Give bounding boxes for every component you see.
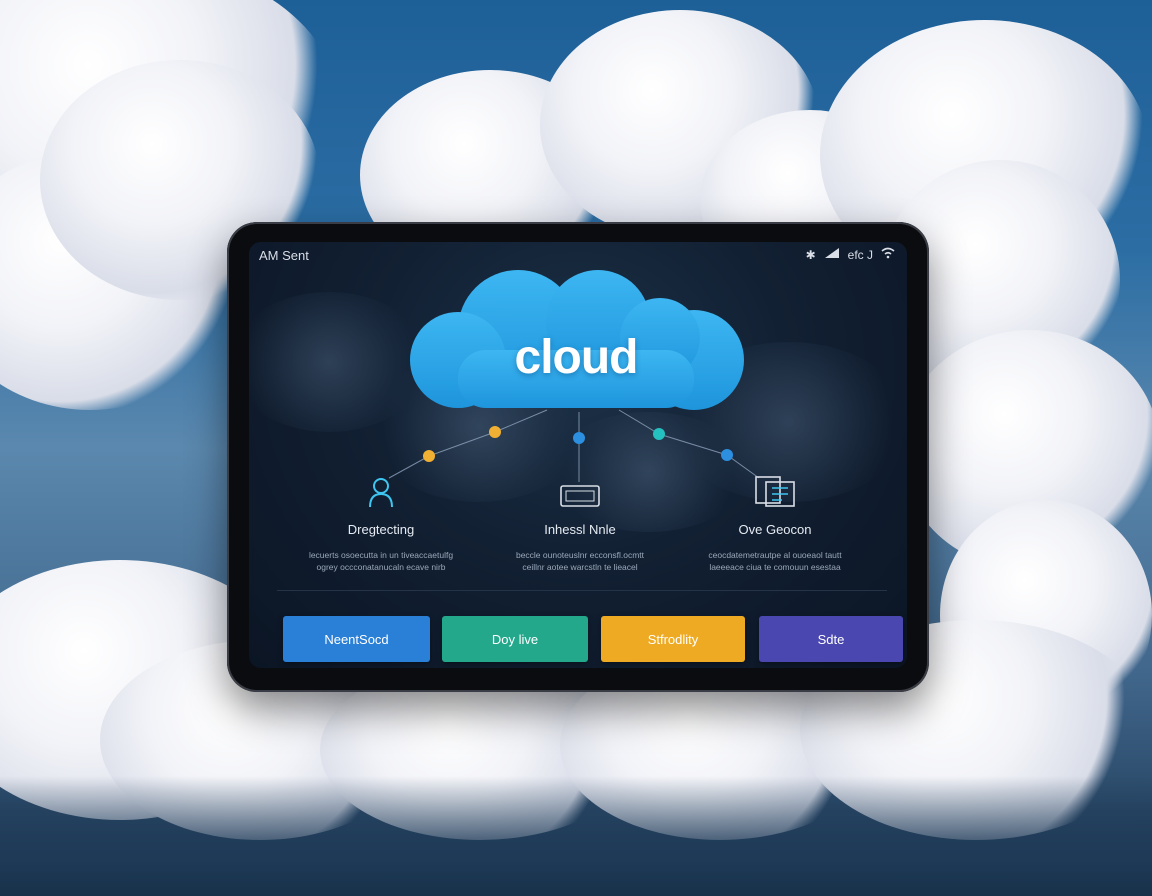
feature-description: beccle ounoteuslnr ecconsfl.ocmtt ceilln… bbox=[515, 550, 645, 572]
user-icon bbox=[291, 474, 471, 508]
feature-title: Inhessl Nnle bbox=[544, 522, 616, 537]
status-time: AM Sent bbox=[259, 248, 309, 263]
bluetooth-icon: ✱ bbox=[805, 247, 816, 262]
feature-title: Dregtecting bbox=[347, 522, 415, 537]
feature-description: ceocdatemetrautpe al ouoeaol tautt laeee… bbox=[708, 550, 842, 572]
tablet-device: AM Sent ✱ efc J cloud Dregtecting lecuer… bbox=[227, 222, 929, 692]
node-orange bbox=[423, 450, 435, 462]
feature-column[interactable]: Ove Geocon ceocdatemetrautpe al ouoeaol … bbox=[685, 474, 865, 573]
node-orange bbox=[489, 426, 501, 438]
feature-title: Ove Geocon bbox=[738, 522, 812, 537]
server-icon bbox=[490, 474, 670, 508]
hero-cloud[interactable]: cloud bbox=[398, 260, 754, 412]
status-text: efc J bbox=[847, 247, 873, 262]
doy-live-button[interactable]: Doy live bbox=[442, 616, 588, 662]
files-icon bbox=[685, 474, 865, 508]
feature-column[interactable]: Dregtecting lecuerts osoecutta in un tiv… bbox=[291, 474, 471, 573]
node-blue bbox=[573, 432, 585, 444]
node-blue bbox=[721, 449, 733, 461]
wifi-icon bbox=[881, 247, 895, 262]
stfrodlity-button[interactable]: Stfrodlity bbox=[601, 616, 745, 662]
signal-icon bbox=[824, 247, 840, 262]
status-bar-right: ✱ efc J bbox=[806, 247, 895, 262]
divider bbox=[277, 590, 887, 591]
tablet-screen: AM Sent ✱ efc J cloud Dregtecting lecuer… bbox=[249, 242, 907, 668]
hero-cloud-label: cloud bbox=[514, 331, 639, 384]
feature-description: lecuerts osoecutta in un tiveaccaetulfg … bbox=[308, 550, 454, 572]
feature-column[interactable]: Inhessl Nnle beccle ounoteuslnr ecconsfl… bbox=[490, 474, 670, 573]
sdte-button[interactable]: Sdte bbox=[759, 616, 903, 662]
node-teal bbox=[653, 428, 665, 440]
neentsocd-button[interactable]: NeentSocd bbox=[283, 616, 430, 662]
